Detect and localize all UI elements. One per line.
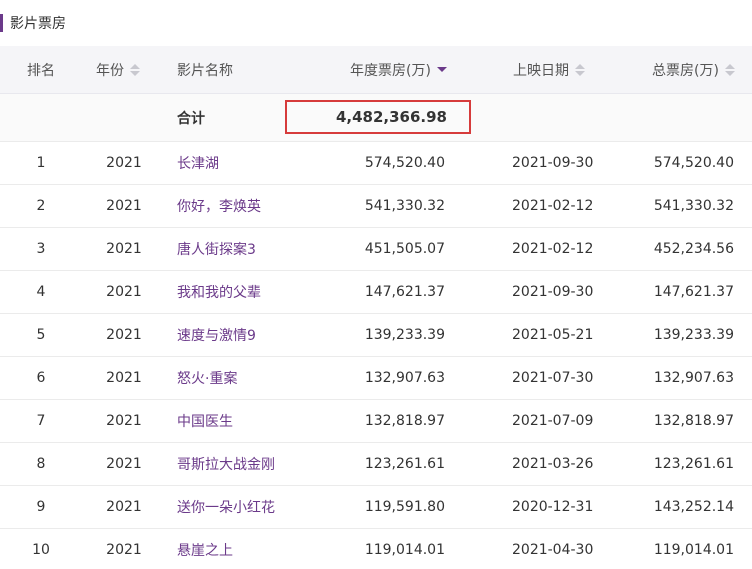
cell-year: 2021: [106, 198, 142, 214]
cell-annual-box: 123,261.61: [364, 456, 445, 472]
film-link[interactable]: 唐人街探案3: [177, 239, 256, 259]
cell-total-box: 123,261.61: [653, 456, 734, 472]
cell-annual-box: 574,520.40: [364, 155, 445, 171]
film-link[interactable]: 长津湖: [177, 153, 219, 173]
header-name: 影片名称: [177, 62, 233, 79]
cell-total-box: 139,233.39: [653, 327, 734, 343]
cell-rank: 4: [36, 284, 46, 300]
cell-rank: 3: [36, 241, 46, 257]
cell-rank: 7: [36, 413, 46, 429]
section-accent-bar: [0, 14, 3, 32]
section-header: 影片票房: [0, 12, 66, 34]
film-link[interactable]: 悬崖之上: [177, 540, 233, 560]
table-row: 9 2021 送你一朵小红花 119,591.80 2020-12-31 143,252.…: [0, 486, 752, 529]
table-row: 6 2021 怒火·重案 132,907.63 2021-07-30 132,907.63: [0, 357, 752, 400]
cell-total-box: 132,907.63: [653, 370, 734, 386]
cell-annual-box: 132,818.97: [364, 413, 445, 429]
cell-year: 2021: [106, 413, 142, 429]
film-link[interactable]: 你好，李焕英: [177, 196, 261, 216]
film-link[interactable]: 哥斯拉大战金刚: [177, 454, 275, 474]
table-body: 1 2021 长津湖 574,520.40 2021-09-30 574,520.40 2 2…: [0, 142, 752, 569]
header-release-date[interactable]: 上映日期: [513, 46, 623, 93]
cell-total-box: 119,014.01: [653, 542, 734, 558]
cell-year: 2021: [106, 370, 142, 386]
cell-year: 2021: [106, 155, 142, 171]
box-office-table: 排名 年份 影片名称 年度票房(万) 上映日期 总票房(万) 合计 4,482,…: [0, 46, 752, 569]
cell-year: 2021: [106, 284, 142, 300]
table-row: 3 2021 唐人街探案3 451,505.07 2021-02-12 452,234.5…: [0, 228, 752, 271]
cell-annual-box: 119,014.01: [364, 542, 445, 558]
header-total-box[interactable]: 总票房(万): [652, 46, 752, 93]
cell-total-box: 143,252.14: [653, 499, 734, 515]
table-row: 4 2021 我和我的父辈 147,621.37 2021-09-30 147,621.3…: [0, 271, 752, 314]
sort-toggle-icon[interactable]: [724, 63, 735, 76]
table-row: 8 2021 哥斯拉大战金刚 123,261.61 2021-03-26 123,261.…: [0, 443, 752, 486]
table-header-row: 排名 年份 影片名称 年度票房(万) 上映日期 总票房(万): [0, 46, 752, 94]
table-row: 2 2021 你好，李焕英 541,330.32 2021-02-12 541,330.3…: [0, 185, 752, 228]
header-annual-box[interactable]: 年度票房(万): [350, 46, 460, 93]
cell-rank: 10: [32, 542, 50, 558]
cell-annual-box: 451,505.07: [364, 241, 445, 257]
cell-annual-box: 132,907.63: [364, 370, 445, 386]
sort-toggle-icon[interactable]: [130, 63, 140, 76]
cell-rank: 5: [36, 327, 46, 343]
film-link[interactable]: 速度与激情9: [177, 325, 256, 345]
header-year[interactable]: 年份: [96, 46, 156, 93]
cell-rank: 2: [36, 198, 46, 214]
table-row: 10 2021 悬崖之上 119,014.01 2021-04-30 119,014.01: [0, 529, 752, 569]
cell-annual-box: 139,233.39: [364, 327, 445, 343]
sort-desc-icon[interactable]: [436, 67, 447, 72]
total-annual-box-highlight: 4,482,366.98: [285, 100, 471, 134]
total-row: 合计 4,482,366.98: [0, 94, 752, 142]
table-row: 1 2021 长津湖 574,520.40 2021-09-30 574,520.40: [0, 142, 752, 185]
cell-annual-box: 147,621.37: [364, 284, 445, 300]
cell-annual-box: 119,591.80: [364, 499, 445, 515]
page: 影片票房 排名 年份 影片名称 年度票房(万) 上映日期 总票房(万) 合计 4…: [0, 0, 752, 569]
cell-total-box: 147,621.37: [653, 284, 734, 300]
cell-year: 2021: [106, 241, 142, 257]
cell-year: 2021: [106, 456, 142, 472]
film-link[interactable]: 我和我的父辈: [177, 282, 261, 302]
film-link[interactable]: 中国医生: [177, 411, 233, 431]
cell-year: 2021: [106, 499, 142, 515]
table-row: 5 2021 速度与激情9 139,233.39 2021-05-21 139,233.3…: [0, 314, 752, 357]
cell-year: 2021: [106, 327, 142, 343]
cell-rank: 1: [36, 155, 46, 171]
cell-total-box: 132,818.97: [653, 413, 734, 429]
film-link[interactable]: 怒火·重案: [177, 368, 237, 388]
header-rank: 排名: [27, 62, 55, 79]
cell-total-box: 452,234.56: [653, 241, 734, 257]
cell-total-box: 541,330.32: [653, 198, 734, 214]
film-link[interactable]: 送你一朵小红花: [177, 497, 275, 517]
cell-year: 2021: [106, 542, 142, 558]
section-title: 影片票房: [10, 16, 66, 32]
cell-rank: 6: [36, 370, 46, 386]
cell-rank: 9: [36, 499, 46, 515]
sort-toggle-icon[interactable]: [575, 63, 585, 76]
cell-annual-box: 541,330.32: [364, 198, 445, 214]
table-row: 7 2021 中国医生 132,818.97 2021-07-09 132,818.97: [0, 400, 752, 443]
cell-total-box: 574,520.40: [653, 155, 734, 171]
cell-rank: 8: [36, 456, 46, 472]
